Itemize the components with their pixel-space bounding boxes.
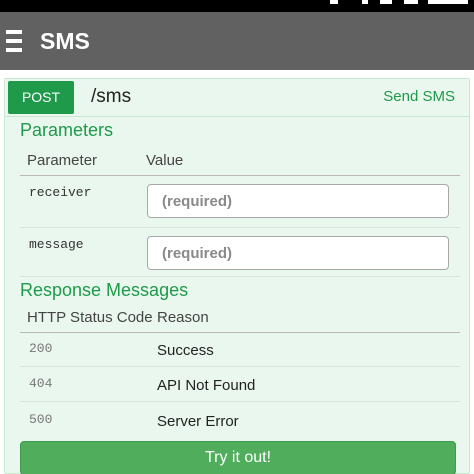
receiver-input[interactable]	[147, 184, 449, 218]
method-badge[interactable]: POST	[8, 81, 74, 114]
operation-summary-link[interactable]: Send SMS	[383, 88, 455, 106]
response-messages-title: Response Messages	[20, 280, 189, 300]
header-divider	[5, 116, 469, 117]
app-bar: SMS	[0, 12, 474, 70]
reason-server-error: Server Error	[157, 413, 239, 430]
param-column-header: Parameter	[27, 152, 98, 169]
parameters-title: Parameters	[20, 120, 114, 140]
message-input[interactable]	[147, 236, 449, 270]
operation-panel: POST /sms Send SMS Parameters Parameter …	[4, 78, 470, 474]
app-title: SMS	[40, 28, 90, 54]
reason-api-not-found: API Not Found	[157, 377, 256, 394]
param-name-message: message	[29, 237, 84, 252]
clock-icon	[428, 0, 468, 4]
endpoint-path[interactable]: /sms	[91, 86, 131, 108]
value-column-header: Value	[146, 152, 184, 169]
wifi-icon	[362, 0, 368, 4]
status-code-500: 500	[29, 412, 53, 427]
param-row-divider	[20, 276, 460, 277]
status-bar	[0, 0, 474, 12]
notification-icon	[330, 0, 338, 4]
param-row-divider	[20, 227, 460, 228]
menu-icon[interactable]	[6, 30, 22, 52]
reason-success: Success	[157, 342, 214, 359]
status-code-200: 200	[29, 341, 53, 356]
status-code-column-header: HTTP Status Code	[27, 309, 153, 326]
response-row-divider	[20, 366, 460, 367]
response-row-divider	[20, 401, 460, 402]
try-it-out-button[interactable]: Try it out!	[20, 441, 456, 474]
battery-icon	[404, 0, 418, 4]
status-code-404: 404	[29, 376, 53, 391]
param-name-receiver: receiver	[29, 185, 92, 200]
reason-column-header: Reason	[157, 309, 209, 326]
signal-icon	[380, 0, 392, 4]
response-header-divider	[20, 332, 460, 333]
param-header-divider	[20, 175, 460, 176]
